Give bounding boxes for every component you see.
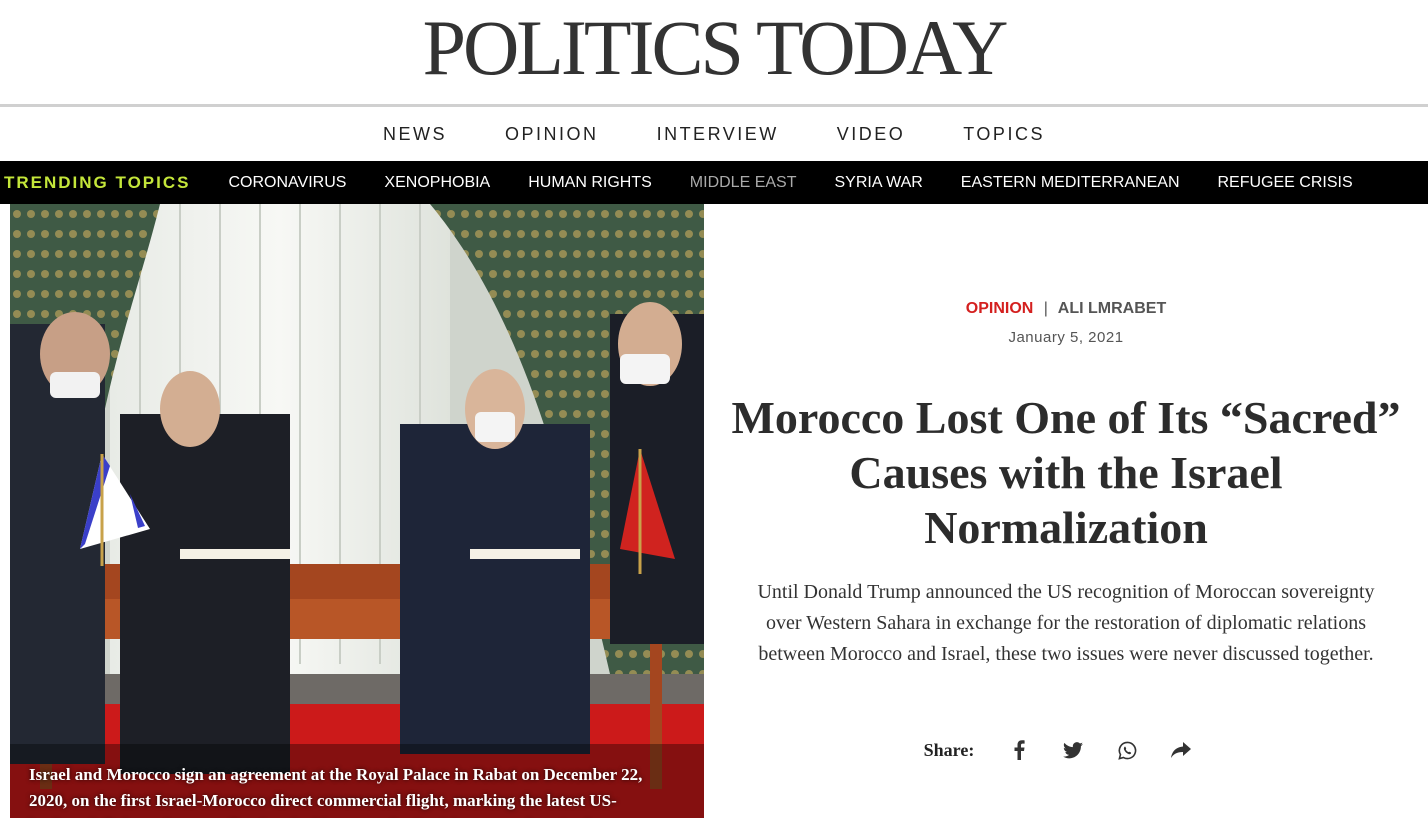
twitter-icon[interactable] <box>1057 736 1089 764</box>
article-dek: Until Donald Trump announced the US reco… <box>757 581 1375 665</box>
hero-image: Israel and Morocco sign an agreement at … <box>10 204 704 818</box>
share-label: Share: <box>923 739 975 760</box>
trending-xenophobia[interactable]: XENOPHOBIA <box>384 174 490 192</box>
main-nav: NEWS OPINION INTERVIEW VIDEO TOPICS <box>0 107 1428 161</box>
nav-news[interactable]: NEWS <box>383 124 447 145</box>
nav-topics[interactable]: TOPICS <box>963 124 1045 145</box>
trending-syria-war[interactable]: SYRIA WAR <box>834 174 922 192</box>
trending-refugee-crisis[interactable]: REFUGEE CRISIS <box>1218 174 1353 192</box>
article-headline: Morocco Lost One of Its “Sacred” Causes … <box>731 392 1401 553</box>
hero-photo <box>10 204 704 818</box>
trending-bar: TRENDING TOPICS CORONAVIRUS XENOPHOBIA H… <box>0 161 1428 204</box>
trending-label: TRENDING TOPICS <box>4 172 191 192</box>
trending-eastern-mediterranean[interactable]: EASTERN MEDITERRANEAN <box>961 174 1180 192</box>
article-header: OPINION | ALI LMRABET January 5, 2021 Mo… <box>704 204 1428 818</box>
masthead: POLITICS TODAY <box>0 0 1428 105</box>
share-bar: Share: <box>704 736 1428 764</box>
trending-middle-east[interactable]: MIDDLE EAST <box>690 174 797 192</box>
hero-caption: Israel and Morocco sign an agreement at … <box>29 765 643 818</box>
trending-coronavirus[interactable]: CORONAVIRUS <box>228 174 346 192</box>
article-author[interactable]: ALI LMRABET <box>1058 300 1166 317</box>
nav-video[interactable]: VIDEO <box>837 124 906 145</box>
whatsapp-icon[interactable] <box>1111 736 1143 764</box>
site-logo[interactable]: POLITICS TODAY <box>0 4 1428 92</box>
share-arrow-icon[interactable] <box>1165 736 1197 764</box>
nav-opinion[interactable]: OPINION <box>505 124 599 145</box>
article-date: January 5, 2021 <box>1008 329 1124 346</box>
trending-human-rights[interactable]: HUMAN RIGHTS <box>528 174 652 192</box>
meta-separator: | <box>1043 300 1048 317</box>
article-meta: OPINION | ALI LMRABET <box>704 300 1428 318</box>
facebook-icon[interactable] <box>1003 736 1035 764</box>
nav-interview[interactable]: INTERVIEW <box>657 124 779 145</box>
article-category[interactable]: OPINION <box>966 300 1034 317</box>
